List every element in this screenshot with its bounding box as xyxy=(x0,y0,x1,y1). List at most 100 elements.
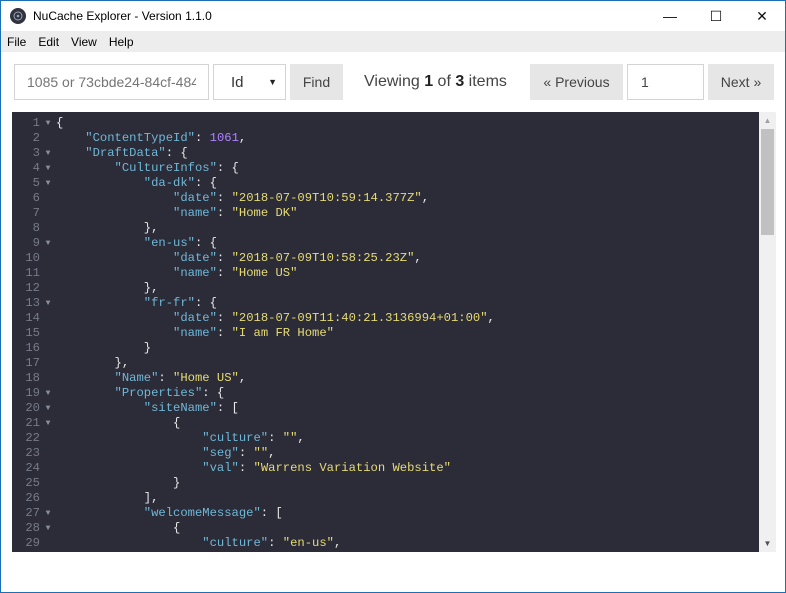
minimize-button[interactable]: — xyxy=(647,1,693,31)
json-key: "name" xyxy=(173,266,217,280)
line-content: }, xyxy=(56,221,159,235)
viewing-status: Viewing 1 of 3 items xyxy=(364,73,507,91)
title-bar: NuCache Explorer - Version 1.1.0 — ☐ ✕ xyxy=(1,1,785,31)
close-button[interactable]: ✕ xyxy=(739,1,785,31)
code-line: 23 "seg": "", xyxy=(12,446,759,461)
previous-button[interactable]: « Previous xyxy=(530,64,623,100)
code-line: 17 }, xyxy=(12,356,759,371)
json-key: "en-us" xyxy=(143,236,195,250)
code-area[interactable]: 1 ▼{2 "ContentTypeId": 1061, 3 ▼ "DraftData… xyxy=(12,116,759,551)
fold-toggle-icon[interactable]: ▼ xyxy=(40,161,56,176)
line-number: 1 xyxy=(32,116,40,130)
maximize-icon: ☐ xyxy=(709,7,723,24)
next-button[interactable]: Next » xyxy=(708,64,774,100)
fold-toggle-icon[interactable]: ▼ xyxy=(40,386,56,401)
json-string: "2018-07-09T10:58:25.23Z" xyxy=(231,251,415,265)
minimize-icon: — xyxy=(663,8,677,24)
json-punctuation: , xyxy=(238,371,247,385)
json-punctuation: : xyxy=(216,206,232,220)
code-line: 13 ▼ "fr-fr": { xyxy=(12,296,759,311)
line-number: 16 xyxy=(25,341,40,355)
page-number-input[interactable] xyxy=(627,64,704,100)
json-string: "" xyxy=(282,431,298,445)
toolbar: Id ▼ Find Viewing 1 of 3 items « Previou… xyxy=(1,52,785,110)
code-line: 10 "date": "2018-07-09T10:58:25.23Z", xyxy=(12,251,759,266)
json-punctuation: , xyxy=(238,131,247,145)
code-line: 8 }, xyxy=(12,221,759,236)
json-string: "Home US" xyxy=(173,371,239,385)
line-content: } xyxy=(56,341,151,355)
line-content: } xyxy=(56,476,180,490)
json-string: "I am FR Home" xyxy=(231,326,334,340)
menu-file[interactable]: File xyxy=(1,35,32,49)
line-content: "en-us": { xyxy=(56,236,217,250)
json-key: "name" xyxy=(173,326,217,340)
code-line: 28 ▼ { xyxy=(12,521,759,536)
fold-toggle-icon[interactable]: ▼ xyxy=(40,176,56,191)
line-content: "culture": "en-us", xyxy=(56,536,341,550)
line-content: { xyxy=(56,116,63,130)
viewing-prefix: Viewing xyxy=(364,73,425,90)
app-window: NuCache Explorer - Version 1.1.0 — ☐ ✕ F… xyxy=(0,0,786,593)
line-number: 24 xyxy=(25,461,40,475)
fold-toggle-icon[interactable]: ▼ xyxy=(40,146,56,161)
line-number: 26 xyxy=(25,491,40,505)
code-line: 22 "culture": "", xyxy=(12,431,759,446)
json-punctuation: : { xyxy=(194,176,217,190)
json-string: "en-us" xyxy=(282,536,334,550)
line-number: 7 xyxy=(32,206,40,220)
json-string: "Home US" xyxy=(231,266,298,280)
json-punctuation: : [ xyxy=(260,506,283,520)
menu-edit[interactable]: Edit xyxy=(32,35,65,49)
line-content: "name": "I am FR Home" xyxy=(56,326,334,340)
close-icon: ✕ xyxy=(756,7,768,24)
search-input[interactable] xyxy=(14,64,209,100)
json-key: "ContentTypeId" xyxy=(85,131,195,145)
json-punctuation: : { xyxy=(194,236,217,250)
menu-view[interactable]: View xyxy=(65,35,103,49)
line-number: 10 xyxy=(25,251,40,265)
json-key: "Properties" xyxy=(114,386,203,400)
json-punctuation: } xyxy=(173,476,181,490)
code-line: 14 "date": "2018-07-09T11:40:21.3136994+… xyxy=(12,311,759,326)
json-punctuation: : xyxy=(238,446,254,460)
json-key: "CultureInfos" xyxy=(114,161,217,175)
fold-toggle-icon[interactable]: ▼ xyxy=(40,521,56,536)
scrollbar-thumb[interactable] xyxy=(761,129,774,235)
json-punctuation: , xyxy=(333,536,342,550)
line-content: }, xyxy=(56,281,159,295)
code-line: 7 "name": "Home DK" xyxy=(12,206,759,221)
json-punctuation: : xyxy=(194,131,210,145)
scroll-down-icon[interactable]: ▼ xyxy=(759,535,776,552)
line-content: "Name": "Home US", xyxy=(56,371,247,385)
fold-toggle-icon[interactable]: ▼ xyxy=(40,236,56,251)
maximize-button[interactable]: ☐ xyxy=(693,1,739,31)
scroll-up-icon[interactable]: ▲ xyxy=(759,112,776,129)
find-button[interactable]: Find xyxy=(290,64,343,100)
search-type-select[interactable]: Id ▼ xyxy=(213,64,286,100)
json-punctuation: : xyxy=(216,191,232,205)
fold-toggle-icon[interactable]: ▼ xyxy=(40,506,56,521)
line-number: 6 xyxy=(32,191,40,205)
fold-toggle-icon[interactable]: ▼ xyxy=(40,116,56,131)
line-content: "date": "2018-07-09T10:58:25.23Z", xyxy=(56,251,422,265)
line-content: "seg": "", xyxy=(56,446,275,460)
line-content: "date": "2018-07-09T10:59:14.377Z", xyxy=(56,191,429,205)
json-punctuation: : xyxy=(268,431,283,445)
fold-toggle-icon[interactable]: ▼ xyxy=(40,416,56,431)
json-string: "Warrens Variation Website" xyxy=(253,461,451,475)
code-line: 24 "val": "Warrens Variation Website" xyxy=(12,461,759,476)
json-string: "2018-07-09T11:40:21.3136994+01:00" xyxy=(231,311,488,325)
json-key: "DraftData" xyxy=(85,146,166,160)
json-punctuation: : xyxy=(238,461,254,475)
fold-toggle-icon[interactable]: ▼ xyxy=(40,401,56,416)
menu-help[interactable]: Help xyxy=(103,35,140,49)
line-number: 4 xyxy=(32,161,40,175)
line-content: "name": "Home DK" xyxy=(56,206,297,220)
json-editor[interactable]: 1 ▼{2 "ContentTypeId": 1061, 3 ▼ "DraftData… xyxy=(12,112,776,552)
line-content: "name": "Home US" xyxy=(56,266,297,280)
code-line: 15 "name": "I am FR Home" xyxy=(12,326,759,341)
editor-scrollbar[interactable]: ▲ ▼ xyxy=(759,112,776,552)
fold-toggle-icon[interactable]: ▼ xyxy=(40,296,56,311)
line-number: 21 xyxy=(25,416,40,430)
